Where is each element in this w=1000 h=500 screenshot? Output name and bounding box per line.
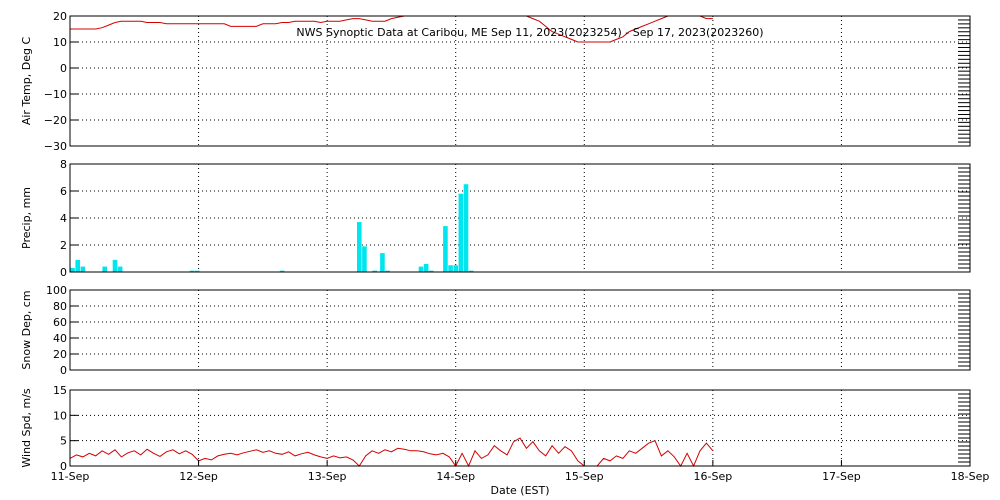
y-tick-label: 60	[53, 316, 67, 329]
y-tick-label: −30	[44, 140, 67, 153]
x-axis-label: Date (EST)	[490, 484, 549, 497]
y-tick-label: 15	[53, 384, 67, 397]
y-tick-label: 0	[60, 364, 67, 377]
x-tick-label: 15-Sep	[565, 470, 604, 483]
y-tick-label: 10	[53, 36, 67, 49]
bar	[453, 265, 459, 272]
bar	[443, 226, 448, 272]
x-tick-label: 13-Sep	[308, 470, 347, 483]
bar	[418, 266, 424, 272]
y-tick-label: 5	[60, 435, 67, 448]
x-tick-label: 11-Sep	[51, 470, 90, 483]
wind-speed-line	[69, 437, 714, 468]
bar	[75, 259, 81, 272]
bar	[362, 246, 367, 272]
panel-snow-depth: 0 20 40 60 80 100 Snow Dep, cm	[20, 284, 971, 377]
bar	[356, 222, 362, 272]
bar	[423, 263, 429, 272]
y-axis-label: Wind Spd, m/s	[20, 388, 33, 468]
x-tick-label: 17-Sep	[822, 470, 861, 483]
y-tick-label: 20	[53, 348, 67, 361]
panel-frame	[69, 289, 971, 371]
panels: 20100−10−20−30Air Temp, Deg C02468Precip…	[20, 10, 971, 473]
bar	[70, 267, 75, 272]
y-tick-label: 4	[60, 212, 67, 225]
bar	[448, 265, 453, 272]
y-tick-label: 8	[60, 158, 67, 171]
y-tick-label: 10	[53, 409, 67, 422]
panel-wind-speed: 051015Wind Spd, m/s	[20, 384, 971, 473]
x-tick-label: 16-Sep	[694, 470, 733, 483]
bar	[117, 266, 123, 272]
y-tick-label: 2	[60, 239, 67, 252]
chart-figure: 20100−10−20−30Air Temp, Deg C02468Precip…	[20, 10, 990, 497]
y-tick-label: 100	[46, 284, 67, 297]
x-axis: 11-Sep 12-Sep 13-Sep 14-Sep 15-Sep 16-Sep 17-S…	[51, 460, 990, 483]
x-tick-label: 14-Sep	[436, 470, 475, 483]
y-tick-label: 0	[60, 266, 67, 279]
bar	[80, 266, 86, 272]
y-tick-label: 0	[60, 62, 67, 75]
y-tick-label: 80	[53, 300, 67, 313]
panel-frame	[69, 389, 971, 467]
y-axis-label: Precip, mm	[20, 187, 33, 249]
y-tick-label: 20	[53, 10, 67, 23]
bar	[102, 266, 108, 272]
x-tick-label: 18-Sep	[951, 470, 990, 483]
y-axis-label: Snow Dep, cm	[20, 290, 33, 369]
y-tick-label: 40	[53, 332, 67, 345]
y-axis-label: Air Temp, Deg C	[20, 37, 33, 126]
bar	[112, 259, 118, 272]
panel-precip: 0 2 4 6 8 Precip, mm	[20, 158, 971, 279]
bar	[463, 184, 469, 272]
x-tick-label: 12-Sep	[179, 470, 218, 483]
y-tick-label: −20	[44, 114, 67, 127]
bar	[458, 193, 464, 272]
bar	[380, 253, 385, 272]
chart-title: NWS Synoptic Data at Caribou, ME Sep 11,…	[296, 26, 763, 39]
y-tick-label: 6	[60, 185, 67, 198]
y-tick-label: −10	[44, 88, 67, 101]
